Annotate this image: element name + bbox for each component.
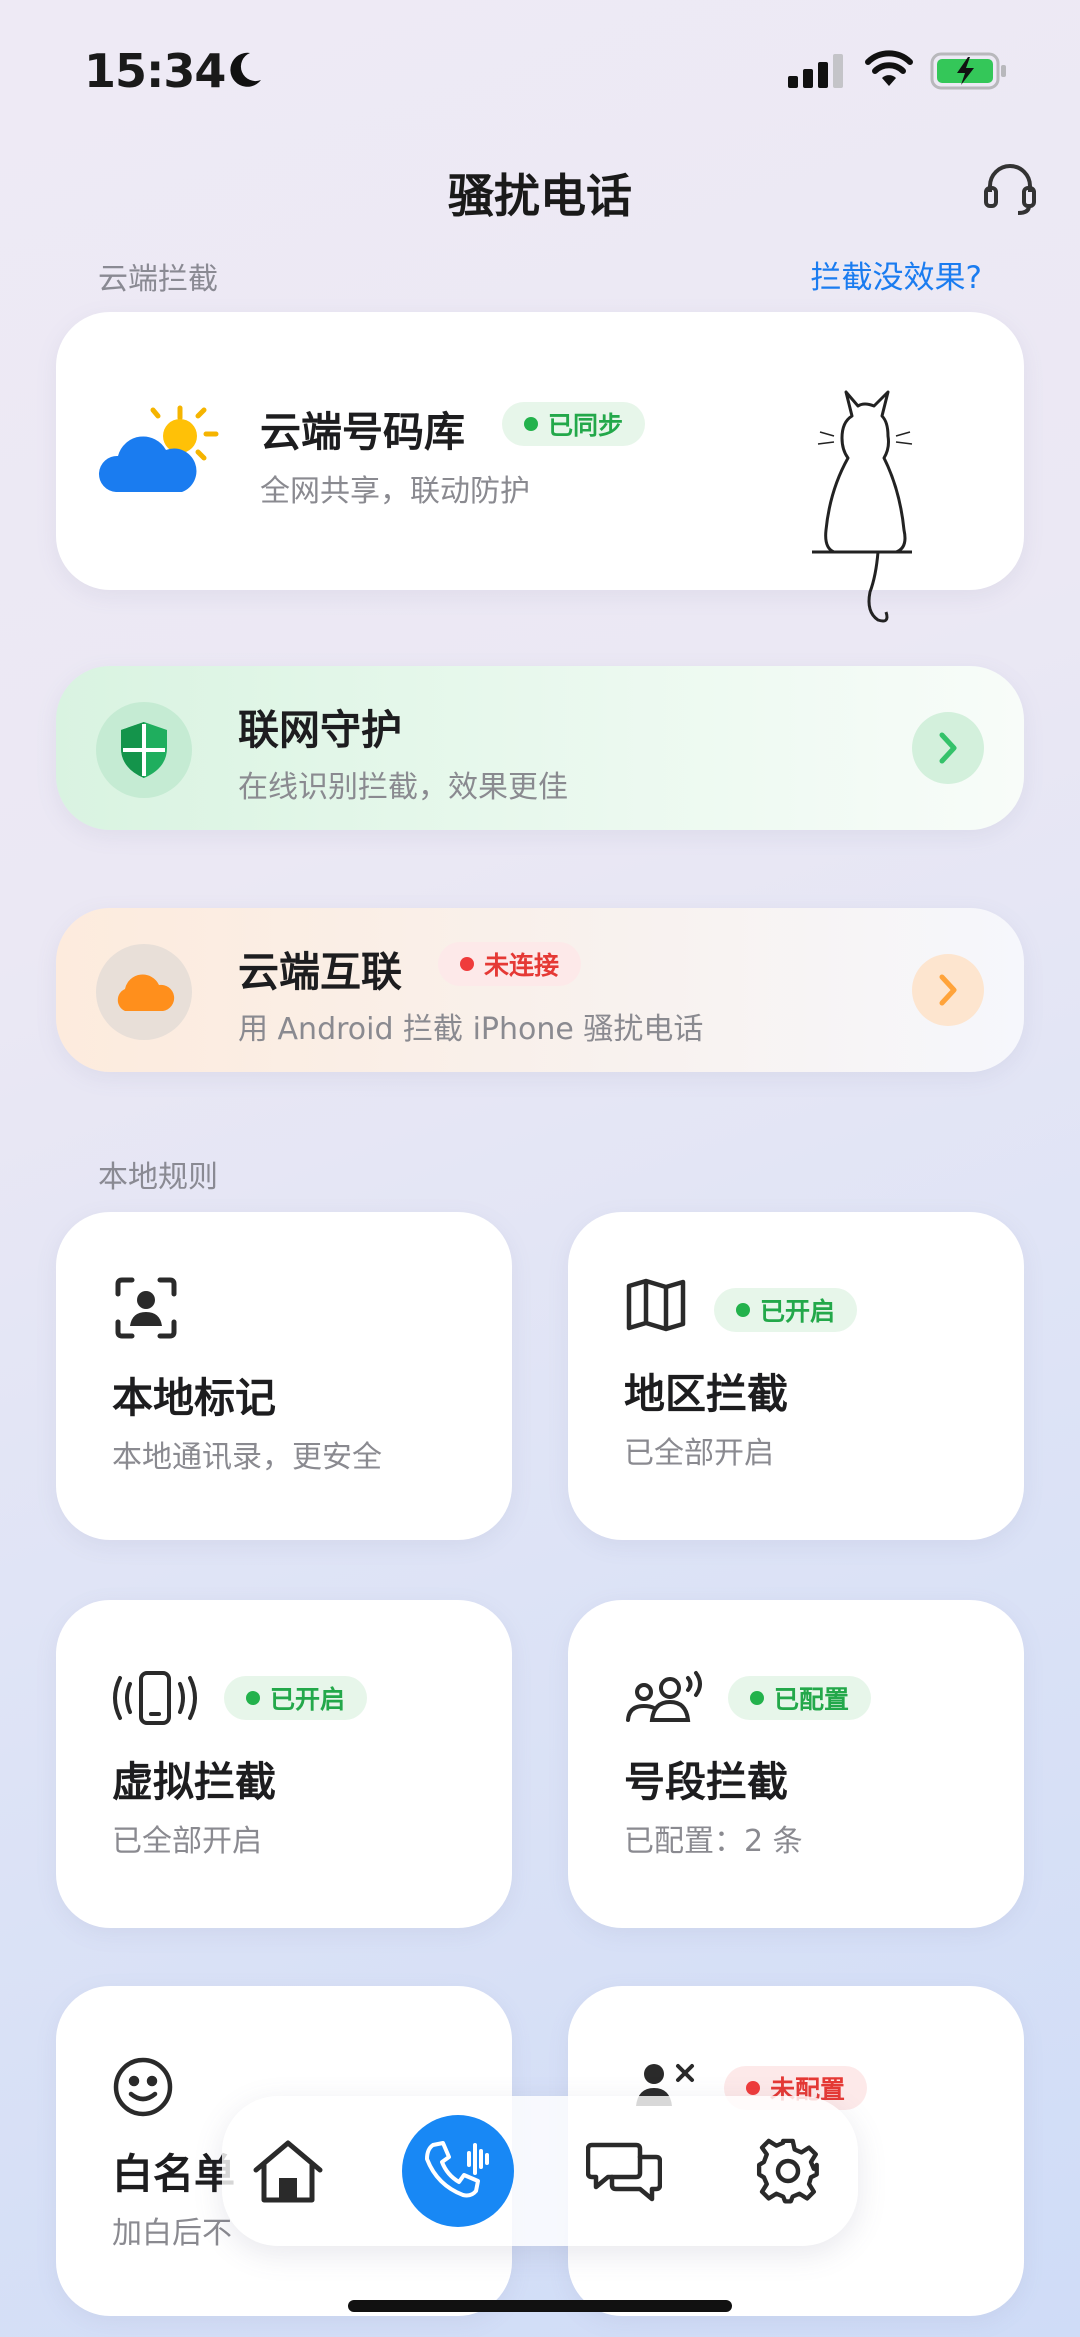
phone-wave-icon[interactable] [402, 2115, 514, 2227]
virtual-block-tile[interactable]: 已开启 虚拟拦截 已全部开启 [56, 1600, 512, 1928]
shield-icon [96, 702, 192, 798]
network-guard-subtitle: 在线识别拦截，效果更佳 [238, 770, 568, 805]
tile-title: 号段拦截 [624, 1758, 788, 1806]
smile-icon [112, 2056, 174, 2122]
page-title: 骚扰电话 [448, 169, 632, 223]
cloud-icon [96, 944, 192, 1040]
wifi-icon [864, 50, 914, 92]
enabled-badge: 已开启 [224, 1676, 368, 1720]
tile-title: 虚拟拦截 [112, 1758, 276, 1806]
tile-title: 地区拦截 [624, 1370, 788, 1418]
chat-icon[interactable] [572, 2119, 676, 2223]
phone-vibrate-icon [112, 1670, 198, 1730]
battery-icon [930, 52, 1010, 94]
bottom-nav [222, 2096, 858, 2246]
headset-icon[interactable] [980, 158, 1040, 222]
cloud-interconnect-title: 云端互联 [238, 948, 402, 996]
tile-title: 白名单 [112, 2150, 235, 2198]
cat-illustration [812, 380, 922, 634]
cloud-section-label: 云端拦截 [98, 262, 218, 297]
group-call-icon [626, 1670, 708, 1728]
status-time: 15:34 [84, 44, 226, 98]
number-range-tile[interactable]: 已配置 号段拦截 已配置：2 条 [568, 1600, 1024, 1928]
gear-icon[interactable] [736, 2119, 840, 2223]
tile-subtitle: 加白后不 [112, 2216, 232, 2251]
cloud-library-subtitle: 全网共享，联动防护 [260, 474, 530, 509]
person-scan-icon [114, 1276, 178, 1344]
disconnected-badge-text: 未连接 [484, 951, 560, 980]
chevron-right-icon[interactable] [912, 712, 984, 784]
signal-icon [788, 54, 846, 92]
tile-subtitle: 已配置：2 条 [624, 1824, 803, 1859]
region-block-tile[interactable]: 已开启 地区拦截 已全部开启 [568, 1212, 1024, 1540]
help-link[interactable]: 拦截没效果? [811, 252, 982, 297]
tile-subtitle: 本地通讯录，更安全 [112, 1440, 382, 1475]
enabled-badge: 已开启 [714, 1288, 858, 1332]
synced-badge: 已同步 [502, 402, 646, 446]
cloud-interconnect-subtitle: 用 Android 拦截 iPhone 骚扰电话 [238, 1012, 704, 1047]
tile-title: 本地标记 [112, 1374, 276, 1422]
chevron-right-icon[interactable] [912, 954, 984, 1026]
home-indicator [348, 2300, 732, 2312]
disconnected-badge: 未连接 [438, 942, 582, 986]
network-guard-title: 联网守护 [238, 706, 402, 754]
enabled-badge-text: 已开启 [760, 1297, 836, 1326]
synced-badge-text: 已同步 [548, 411, 624, 440]
moon-icon [228, 50, 264, 94]
local-mark-tile[interactable]: 本地标记 本地通讯录，更安全 [56, 1212, 512, 1540]
configured-badge-text: 已配置 [774, 1685, 850, 1714]
home-icon[interactable] [236, 2119, 340, 2223]
cloud-library-title: 云端号码库 [260, 408, 465, 456]
configured-badge: 已配置 [728, 1676, 872, 1720]
tile-subtitle: 已全部开启 [112, 1824, 262, 1859]
tile-subtitle: 已全部开启 [624, 1436, 774, 1471]
weather-icon [98, 404, 222, 504]
network-guard-card[interactable]: 联网守护 在线识别拦截，效果更佳 [56, 666, 1024, 830]
local-section-label: 本地规则 [98, 1160, 218, 1195]
map-icon [626, 1278, 686, 1336]
cloud-interconnect-card[interactable]: 云端互联 未连接 用 Android 拦截 iPhone 骚扰电话 [56, 908, 1024, 1072]
enabled-badge-text: 已开启 [270, 1685, 346, 1714]
